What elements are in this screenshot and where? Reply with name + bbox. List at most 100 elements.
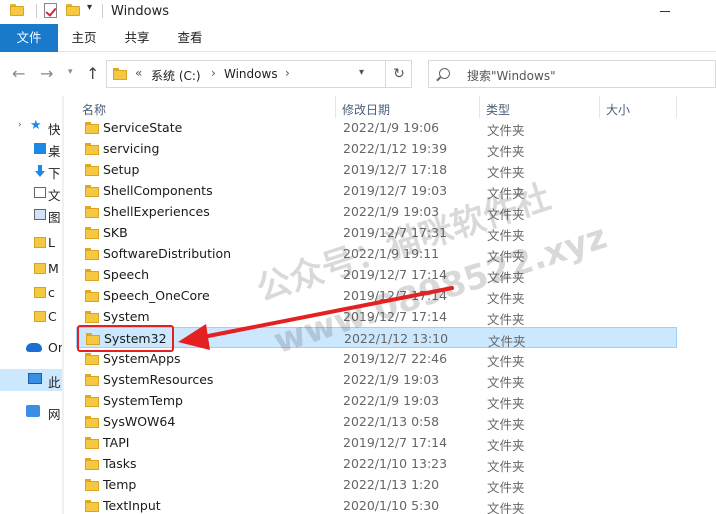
sidebar-item-label: 网 (48, 407, 61, 422)
refresh-icon[interactable]: ↻ (385, 61, 412, 87)
table-row[interactable]: ServiceState 2022/1/9 19:06 文件夹 (76, 117, 677, 138)
folder-icon (85, 500, 99, 512)
folder-icon (85, 122, 99, 134)
file-name: SysWOW64 (103, 414, 176, 429)
file-date: 2019/12/7 17:14 (343, 309, 448, 324)
table-row[interactable]: ShellComponents 2019/12/7 19:03 文件夹 (76, 180, 677, 201)
sidebar-item-onedrive[interactable]: On (0, 337, 64, 359)
forward-arrow-icon[interactable]: → (40, 64, 53, 83)
address-bar[interactable]: « 系统 (C:) › Windows › ▾ ↻ (106, 60, 412, 88)
table-row[interactable]: Temp 2022/1/13 1:20 文件夹 (76, 474, 677, 495)
table-row[interactable]: SKB 2019/12/7 17:31 文件夹 (76, 222, 677, 243)
sidebar-item-label: L (48, 235, 55, 250)
highlight-box (77, 325, 174, 352)
table-row[interactable]: SoftwareDistribution 2022/1/9 19:11 文件夹 (76, 243, 677, 264)
sidebar-item-network[interactable]: 网 (0, 401, 64, 423)
table-row[interactable]: SysWOW64 2022/1/13 0:58 文件夹 (76, 411, 677, 432)
file-name: SystemApps (103, 351, 181, 366)
file-name: SoftwareDistribution (103, 246, 232, 261)
table-row[interactable]: Speech 2019/12/7 17:14 文件夹 (76, 264, 677, 285)
folder-icon (85, 206, 99, 218)
table-row[interactable]: TAPI 2019/12/7 17:14 文件夹 (76, 432, 677, 453)
column-type[interactable]: 类型 (486, 101, 510, 118)
file-name: TextInput (103, 498, 161, 513)
file-date: 2022/1/9 19:03 (343, 393, 440, 408)
table-row[interactable]: System 2019/12/7 17:14 文件夹 (76, 306, 677, 327)
column-divider[interactable] (335, 96, 336, 118)
table-row[interactable]: Tasks 2022/1/10 13:23 文件夹 (76, 453, 677, 474)
column-divider[interactable] (479, 96, 480, 118)
up-arrow-icon[interactable]: ↑ (86, 64, 99, 83)
back-arrow-icon[interactable]: ← (12, 64, 25, 83)
column-size[interactable]: 大小 (606, 101, 630, 118)
sidebar-item-desktop[interactable]: 桌 (0, 138, 64, 160)
chevron-right-icon[interactable]: › (285, 66, 290, 80)
table-row[interactable]: TextInput 2020/1/10 5:30 文件夹 (76, 495, 677, 514)
customize-toolbar-icon[interactable]: ▾ (87, 2, 92, 13)
sidebar-item-label: 文 (48, 188, 61, 203)
minimize-icon[interactable] (660, 11, 670, 12)
search-icon (439, 68, 450, 79)
file-type: 文件夹 (487, 375, 525, 390)
download-icon (34, 165, 46, 177)
file-type: 文件夹 (487, 417, 525, 432)
folder-icon (85, 185, 99, 197)
file-name: Speech (103, 267, 150, 282)
tab-view[interactable]: 查看 (171, 24, 209, 52)
column-divider[interactable] (599, 96, 600, 118)
folder-icon (85, 458, 99, 470)
folder-icon (34, 263, 46, 274)
file-name: servicing (103, 141, 160, 156)
column-divider[interactable] (676, 96, 677, 118)
folder-icon (85, 290, 99, 302)
sidebar-item-label: c (48, 285, 55, 300)
sidebar-item-folder-c2[interactable]: C (0, 306, 64, 328)
folder-icon (10, 4, 24, 16)
table-row[interactable]: SystemTemp 2022/1/9 19:03 文件夹 (76, 390, 677, 411)
new-folder-icon[interactable] (66, 4, 80, 16)
table-row[interactable]: Speech_OneCore 2019/12/7 17:14 文件夹 (76, 285, 677, 306)
chevron-down-icon[interactable]: ▾ (359, 67, 364, 78)
table-row[interactable]: servicing 2022/1/12 19:39 文件夹 (76, 138, 677, 159)
file-date: 2019/12/7 22:46 (343, 351, 448, 366)
folder-icon (85, 164, 99, 176)
search-input[interactable]: 搜索"Windows" (428, 60, 716, 88)
file-date: 2019/12/7 17:14 (343, 267, 448, 282)
file-name: System (103, 309, 150, 324)
sidebar-item-documents[interactable]: 文 (0, 182, 64, 204)
breadcrumb-drive[interactable]: 系统 (C:) (151, 67, 201, 84)
table-row[interactable]: Setup 2019/12/7 17:18 文件夹 (76, 159, 677, 180)
recent-locations-icon[interactable]: ▾ (68, 67, 73, 77)
sidebar-item-label: M (48, 261, 59, 276)
column-name[interactable]: 名称 (82, 101, 106, 118)
sidebar-item-quick-access[interactable]: › ★ 快 (0, 116, 64, 138)
properties-icon[interactable] (44, 3, 57, 18)
tab-file[interactable]: 文件 (0, 24, 58, 52)
column-date[interactable]: 修改日期 (342, 101, 390, 118)
breadcrumb-folder[interactable]: Windows (224, 67, 278, 81)
folder-icon (85, 311, 99, 323)
sidebar-item-pictures[interactable]: 图 (0, 204, 64, 226)
file-type: 文件夹 (487, 186, 525, 201)
sidebar-item-folder-l[interactable]: L (0, 232, 64, 254)
tab-share[interactable]: 共享 (118, 24, 156, 52)
file-type: 文件夹 (487, 228, 525, 243)
sidebar-item-this-pc[interactable]: 此 (0, 369, 64, 391)
chevron-down-icon[interactable]: › (18, 120, 22, 130)
this-pc-icon (28, 373, 42, 384)
sidebar-item-folder-m[interactable]: M (0, 258, 64, 280)
sidebar-item-label: C (48, 309, 57, 324)
file-name: ShellComponents (103, 183, 213, 198)
sidebar-item-downloads[interactable]: 下 (0, 160, 64, 182)
sidebar-item-label: 此 (48, 375, 61, 390)
breadcrumb-overflow-icon[interactable]: « (135, 66, 142, 80)
chevron-right-icon[interactable]: › (211, 66, 216, 80)
sort-ascending-icon: ^ (200, 96, 209, 103)
tab-home[interactable]: 主页 (65, 24, 103, 52)
file-name: SKB (103, 225, 128, 240)
file-date: 2022/1/9 19:06 (343, 120, 440, 135)
table-row[interactable]: SystemResources 2022/1/9 19:03 文件夹 (76, 369, 677, 390)
table-row[interactable]: ShellExperiences 2022/1/9 19:03 文件夹 (76, 201, 677, 222)
file-name: Setup (103, 162, 140, 177)
sidebar-item-folder-c[interactable]: c (0, 282, 64, 304)
